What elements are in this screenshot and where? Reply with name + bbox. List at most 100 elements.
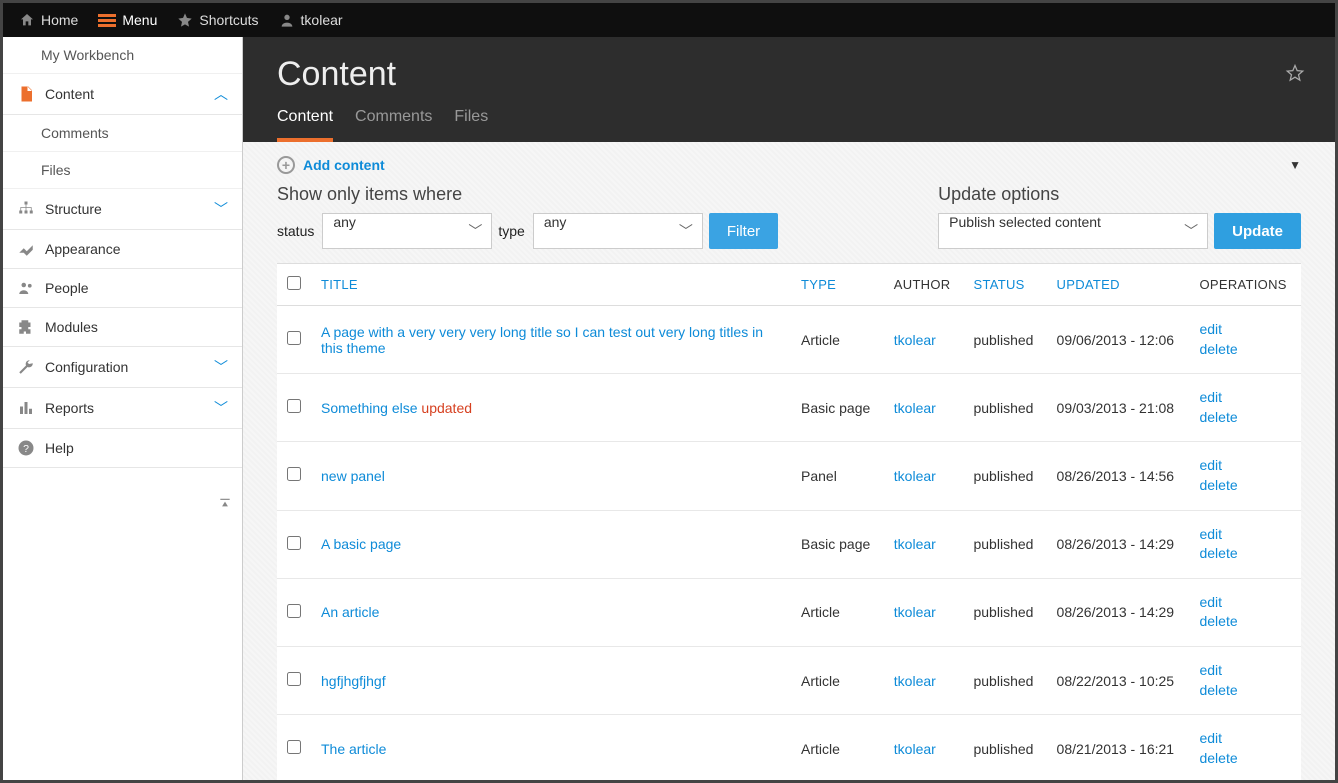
row-title-link[interactable]: Something else — [321, 400, 418, 416]
row-title-link[interactable]: The article — [321, 741, 386, 757]
sidebar-item-reports[interactable]: Reports ﹀ — [3, 388, 242, 429]
modules-icon — [17, 318, 35, 336]
row-checkbox[interactable] — [287, 536, 301, 550]
structure-icon — [17, 200, 35, 218]
row-updated: 08/21/2013 - 16:21 — [1047, 715, 1190, 780]
sidebar-item-configuration[interactable]: Configuration ﹀ — [3, 347, 242, 388]
col-title[interactable]: TITLE — [311, 264, 791, 306]
table-row: new panel Panel tkolear published08/26/2013… — [277, 442, 1301, 510]
edit-link[interactable]: edit — [1199, 661, 1291, 681]
row-type: Article — [791, 306, 884, 374]
topbar-menu[interactable]: Menu — [88, 3, 167, 37]
edit-link[interactable]: edit — [1199, 320, 1291, 340]
row-checkbox[interactable] — [287, 399, 301, 413]
row-author-link[interactable]: tkolear — [894, 400, 936, 416]
sidebar-item-modules[interactable]: Modules — [3, 308, 242, 347]
add-content-link[interactable]: + Add content — [277, 156, 385, 174]
row-author-link[interactable]: tkolear — [894, 673, 936, 689]
status-select[interactable]: any ﹀ — [322, 213, 492, 249]
chevron-down-icon: ﹀ — [214, 357, 228, 377]
row-checkbox[interactable] — [287, 740, 301, 754]
topbar-home[interactable]: Home — [9, 3, 88, 37]
type-select[interactable]: any ﹀ — [533, 213, 703, 249]
table-row: An articleArticletkolearpublished08/26/2… — [277, 578, 1301, 646]
page-icon — [17, 85, 35, 103]
row-author-link[interactable]: tkolear — [894, 604, 936, 620]
row-updated: 08/26/2013 - 14:56 — [1047, 442, 1190, 510]
content-area: + Add content ▼ Show only items where st… — [243, 142, 1335, 780]
row-title-link[interactable]: new panel — [321, 468, 385, 484]
edit-link[interactable]: edit — [1199, 525, 1291, 545]
delete-link[interactable]: delete — [1199, 476, 1291, 496]
row-status: published — [963, 442, 1046, 510]
col-author: AUTHOR — [884, 264, 964, 306]
select-all-checkbox[interactable] — [287, 276, 301, 290]
row-updated: 08/26/2013 - 14:29 — [1047, 510, 1190, 578]
row-author-link[interactable]: tkolear — [894, 741, 936, 757]
topbar: Home Menu Shortcuts tkolear — [3, 3, 1335, 37]
col-status[interactable]: STATUS — [963, 264, 1046, 306]
update-button[interactable]: Update — [1214, 213, 1301, 249]
delete-link[interactable]: delete — [1199, 408, 1291, 428]
delete-link[interactable]: delete — [1199, 612, 1291, 632]
topbar-shortcuts-label: Shortcuts — [199, 12, 258, 28]
row-updated: 09/06/2013 - 12:06 — [1047, 306, 1190, 374]
row-author-link[interactable]: tkolear — [894, 536, 936, 552]
tab-comments[interactable]: Comments — [355, 108, 432, 142]
row-author-link[interactable]: tkolear — [894, 468, 936, 484]
sidebar-item-help[interactable]: ? Help — [3, 429, 242, 468]
sidebar-item-people[interactable]: People — [3, 269, 242, 308]
row-status: published — [963, 715, 1046, 780]
filter-group: Show only items where status any ﹀ type … — [277, 184, 778, 249]
delete-link[interactable]: delete — [1199, 544, 1291, 564]
row-title-link[interactable]: A basic page — [321, 536, 401, 552]
row-title-link[interactable]: hgfjhgfjhgf — [321, 673, 386, 689]
row-title-link[interactable]: An article — [321, 604, 379, 620]
sidebar-item-files[interactable]: Files — [3, 152, 242, 189]
sidebar-item-comments[interactable]: Comments — [3, 115, 242, 152]
content-table: TITLE TYPE AUTHOR STATUS UPDATED OPERATI… — [277, 263, 1301, 780]
row-checkbox[interactable] — [287, 467, 301, 481]
wrench-icon — [17, 358, 35, 376]
row-title-link[interactable]: A page with a very very very long title … — [321, 324, 763, 356]
topbar-home-label: Home — [41, 12, 78, 28]
appearance-icon — [17, 240, 35, 258]
row-checkbox[interactable] — [287, 604, 301, 618]
delete-link[interactable]: delete — [1199, 340, 1291, 360]
row-checkbox[interactable] — [287, 331, 301, 345]
topbar-shortcuts[interactable]: Shortcuts — [167, 3, 268, 37]
col-type[interactable]: TYPE — [791, 264, 884, 306]
row-checkbox[interactable] — [287, 672, 301, 686]
update-group: Update options Publish selected content … — [938, 184, 1301, 249]
edit-link[interactable]: edit — [1199, 388, 1291, 408]
updated-flag: updated — [421, 400, 472, 416]
sidebar-item-appearance[interactable]: Appearance — [3, 230, 242, 269]
delete-link[interactable]: delete — [1199, 749, 1291, 769]
edit-link[interactable]: edit — [1199, 456, 1291, 476]
home-icon — [19, 12, 35, 28]
row-status: published — [963, 374, 1046, 442]
edit-link[interactable]: edit — [1199, 729, 1291, 749]
topbar-user[interactable]: tkolear — [269, 3, 353, 37]
main: Content Content Comments Files + Add con… — [243, 37, 1335, 780]
tab-files[interactable]: Files — [454, 108, 488, 142]
row-author-link[interactable]: tkolear — [894, 332, 936, 348]
row-updated: 09/03/2013 - 21:08 — [1047, 374, 1190, 442]
sidebar-item-structure[interactable]: Structure ﹀ — [3, 189, 242, 230]
row-type: Panel — [791, 442, 884, 510]
topbar-menu-label: Menu — [122, 12, 157, 28]
update-action-select[interactable]: Publish selected content ﹀ — [938, 213, 1208, 249]
sidebar-item-my-workbench[interactable]: My Workbench — [3, 37, 242, 74]
sidebar-item-content[interactable]: Content ︿ — [3, 74, 242, 115]
edit-link[interactable]: edit — [1199, 593, 1291, 613]
col-updated[interactable]: UPDATED — [1047, 264, 1190, 306]
svg-text:?: ? — [23, 443, 29, 455]
delete-link[interactable]: delete — [1199, 681, 1291, 701]
reports-icon — [17, 399, 35, 417]
row-type: Article — [791, 715, 884, 780]
tab-content[interactable]: Content — [277, 108, 333, 142]
collapse-sidebar-icon[interactable] — [218, 497, 232, 514]
collapse-filters-toggle[interactable]: ▼ — [1289, 158, 1301, 172]
filter-button[interactable]: Filter — [709, 213, 778, 249]
favorite-toggle[interactable] — [1285, 63, 1305, 86]
